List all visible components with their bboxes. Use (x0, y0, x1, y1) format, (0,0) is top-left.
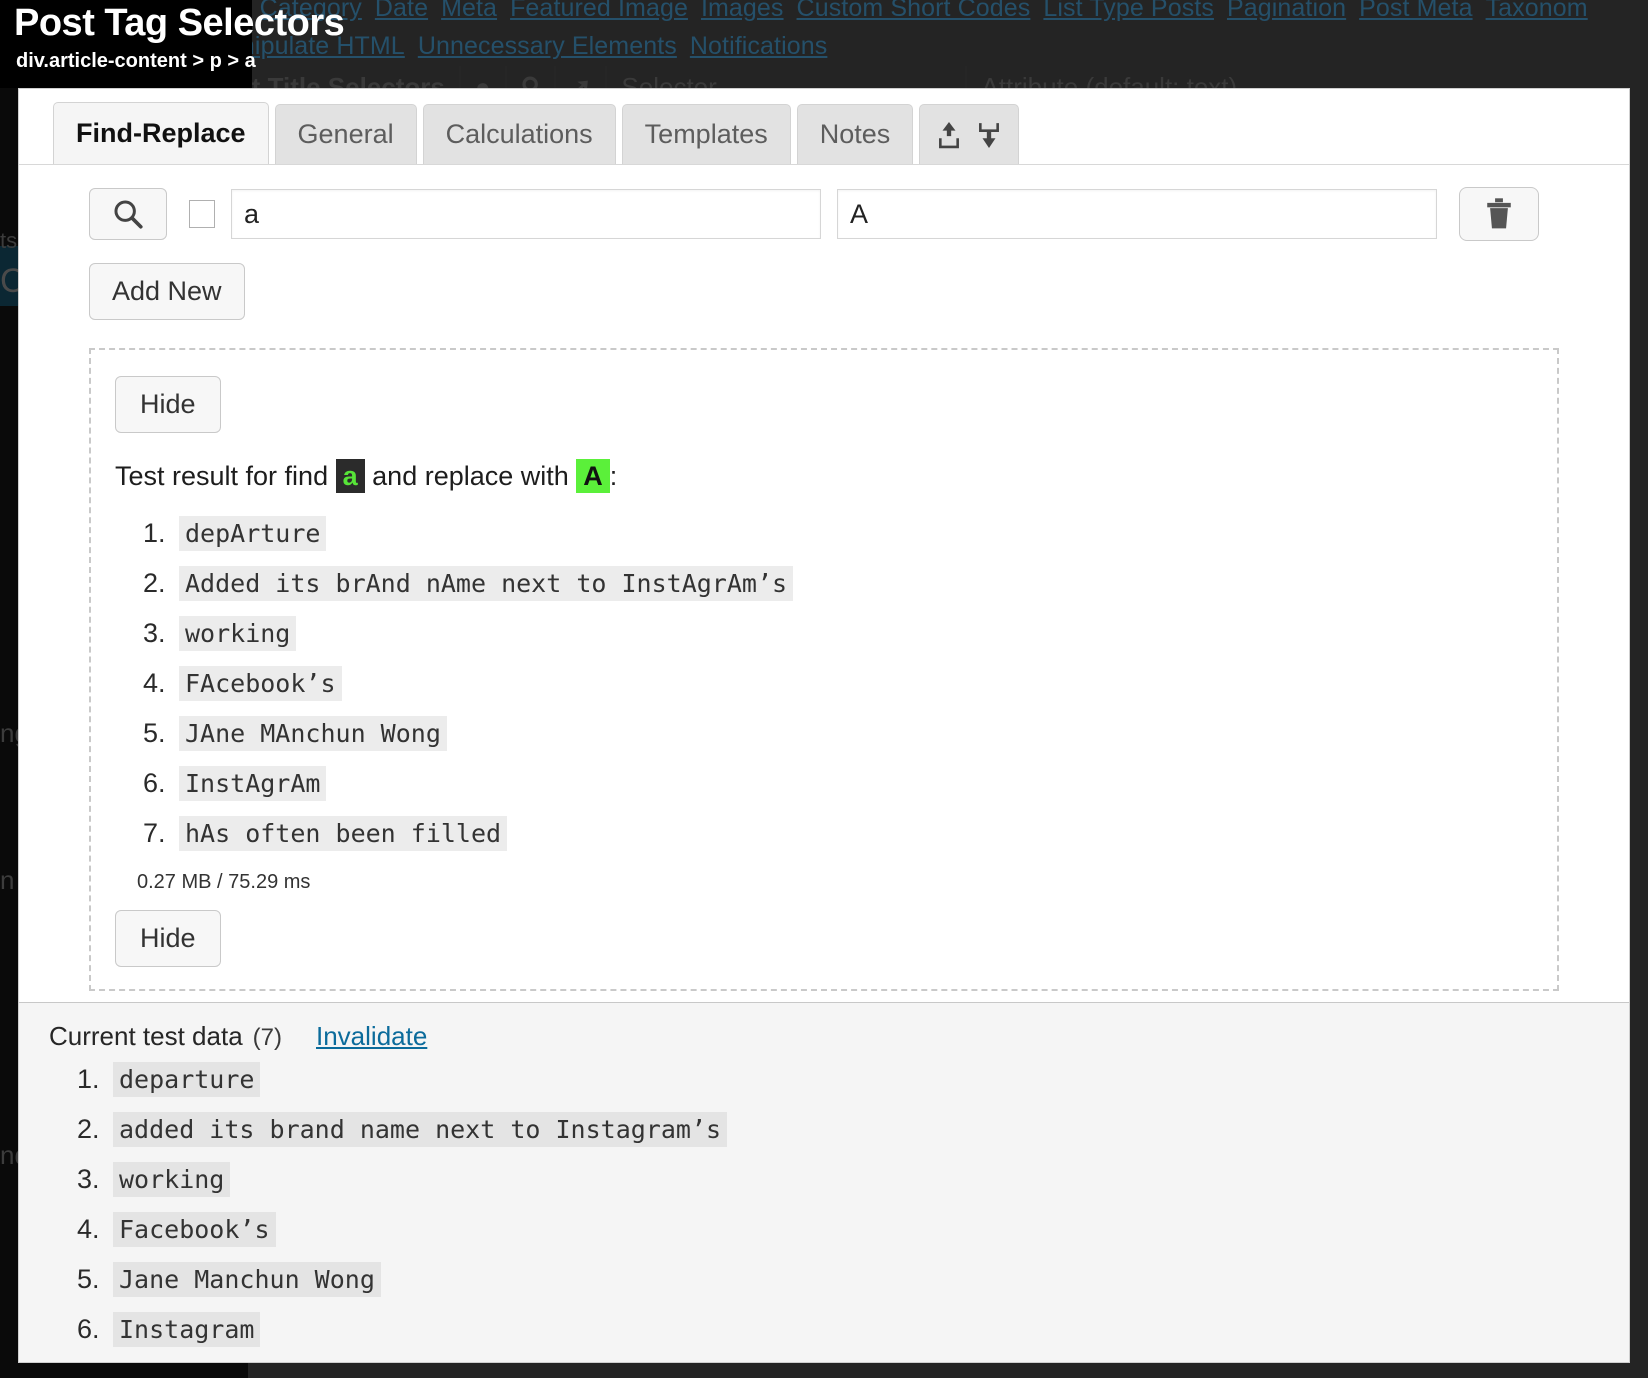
search-icon (114, 200, 143, 229)
list-item-text: added its brand name next to Instagram’s (113, 1112, 728, 1147)
background-nav-row-1: TopCategoryDateMetaFeatured ImageImagesC… (206, 0, 1601, 23)
test-data-item: Facebook’s (107, 1212, 1629, 1247)
add-new-button[interactable]: Add New (89, 263, 245, 320)
find-token: a (335, 459, 365, 493)
search-row (19, 165, 1629, 241)
test-result-list: depArture Added its brAnd nAme next to In… (115, 516, 1533, 851)
test-result-suffix: : (609, 461, 618, 491)
test-result-item: JAne MAnchun Wong (173, 716, 1533, 751)
tab-find-replace[interactable]: Find-Replace (53, 102, 269, 164)
current-test-data-count: (7) (252, 1024, 282, 1051)
trash-icon (1487, 198, 1511, 229)
background-nav-link[interactable]: Date (375, 0, 428, 22)
current-test-data-header: Current test data (7) Invalidate (49, 1021, 1629, 1052)
invalidate-link[interactable]: Invalidate (316, 1021, 427, 1052)
background-fragment: n (0, 865, 15, 895)
list-item-text: Added its brAnd nAme next to InstAgrAm’s (179, 566, 794, 601)
list-item-text: FAcebook’s (179, 666, 342, 701)
test-data-item: departure (107, 1062, 1629, 1097)
background-nav-link[interactable]: Custom Short Codes (797, 0, 1031, 22)
background-fragment: ts (0, 228, 18, 253)
list-item-text: Jane Manchun Wong (113, 1262, 381, 1297)
import-export-group (919, 104, 1020, 164)
list-item-text: departure (113, 1062, 261, 1097)
hide-bottom-button[interactable]: Hide (115, 910, 221, 967)
find-input[interactable] (231, 189, 821, 239)
tab-notes[interactable]: Notes (796, 104, 914, 164)
background-nav-link[interactable]: Meta (441, 0, 497, 22)
page-selector-path: div.article-content > p > a (16, 50, 256, 72)
current-test-data-panel: Current test data (7) Invalidate departu… (19, 1002, 1629, 1362)
background-nav-link[interactable]: Post Meta (1359, 0, 1472, 22)
list-item-text: InstAgrAm (179, 766, 327, 801)
tab-templates[interactable]: Templates (621, 104, 791, 164)
tab-label: Notes (819, 119, 891, 149)
search-button[interactable] (89, 188, 167, 240)
background-nav-link[interactable]: Pagination (1227, 0, 1346, 22)
test-result-panel: Hide Test result for find a and replace … (89, 348, 1559, 991)
tab-label: General (297, 119, 394, 149)
test-result-middle: and replace with (372, 461, 569, 491)
tab-label: Find-Replace (76, 118, 246, 148)
test-data-item: working (107, 1162, 1629, 1197)
test-result-prefix: Test result for find (115, 461, 329, 491)
download-icon[interactable] (976, 120, 1002, 150)
tab-general[interactable]: General (274, 104, 417, 164)
test-result-item: FAcebook’s (173, 666, 1533, 701)
background-nav-link[interactable]: Notifications (690, 32, 827, 60)
list-item-text: Instagram (113, 1312, 261, 1347)
test-result-item: InstAgrAm (173, 766, 1533, 801)
tab-calculations[interactable]: Calculations (422, 104, 616, 164)
regex-checkbox[interactable] (189, 200, 215, 228)
screen: TopCategoryDateMetaFeatured ImageImagesC… (0, 0, 1648, 1378)
test-data-item: added its brand name next to Instagram’s (107, 1112, 1629, 1147)
replace-input[interactable] (837, 189, 1437, 239)
background-nav-link[interactable]: List Type Posts (1043, 0, 1214, 22)
test-result-item: hAs often been filled (173, 816, 1533, 851)
add-new-row: Add New (19, 241, 1629, 320)
background-nav-link[interactable]: Featured Image (510, 0, 688, 22)
replace-token: A (576, 459, 610, 493)
list-item-text: depArture (179, 516, 327, 551)
background-nav-link[interactable]: Taxonom (1486, 0, 1588, 22)
tab-label: Calculations (445, 119, 593, 149)
list-item-text: working (179, 616, 297, 651)
tab-bar: Find-Replace General Calculations Templa… (19, 89, 1629, 165)
perf-stats: 0.27 MB / 75.29 ms (137, 871, 311, 893)
tab-label: Templates (644, 119, 768, 149)
find-replace-modal: Find-Replace General Calculations Templa… (18, 88, 1630, 1363)
background-nav-link[interactable]: Unnecessary Elements (418, 32, 677, 60)
page-title: Post Tag Selectors (14, 2, 345, 44)
current-test-data-label: Current test data (49, 1021, 243, 1051)
find-replace-body: Add New Hide Test result for find a and … (19, 165, 1629, 1002)
upload-icon[interactable] (936, 120, 962, 150)
test-result-caption: Test result for find a and replace with … (115, 459, 1533, 493)
list-item-text: working (113, 1162, 231, 1197)
list-item-text: hAs often been filled (179, 816, 508, 851)
hide-bottom-row: Hide (115, 910, 1533, 967)
current-test-data-list: departure added its brand name next to In… (49, 1062, 1629, 1362)
list-item-text: JAne MAnchun Wong (179, 716, 447, 751)
test-result-item: Added its brAnd nAme next to InstAgrAm’s (173, 566, 1533, 601)
hide-top-button[interactable]: Hide (115, 376, 221, 433)
background-nav-link[interactable]: Images (701, 0, 784, 22)
delete-button[interactable] (1459, 187, 1539, 241)
test-data-item: Instagram (107, 1312, 1629, 1347)
test-result-item: working (173, 616, 1533, 651)
list-item-text: Facebook’s (113, 1212, 276, 1247)
test-result-item: depArture (173, 516, 1533, 551)
test-data-item: Jane Manchun Wong (107, 1262, 1629, 1297)
